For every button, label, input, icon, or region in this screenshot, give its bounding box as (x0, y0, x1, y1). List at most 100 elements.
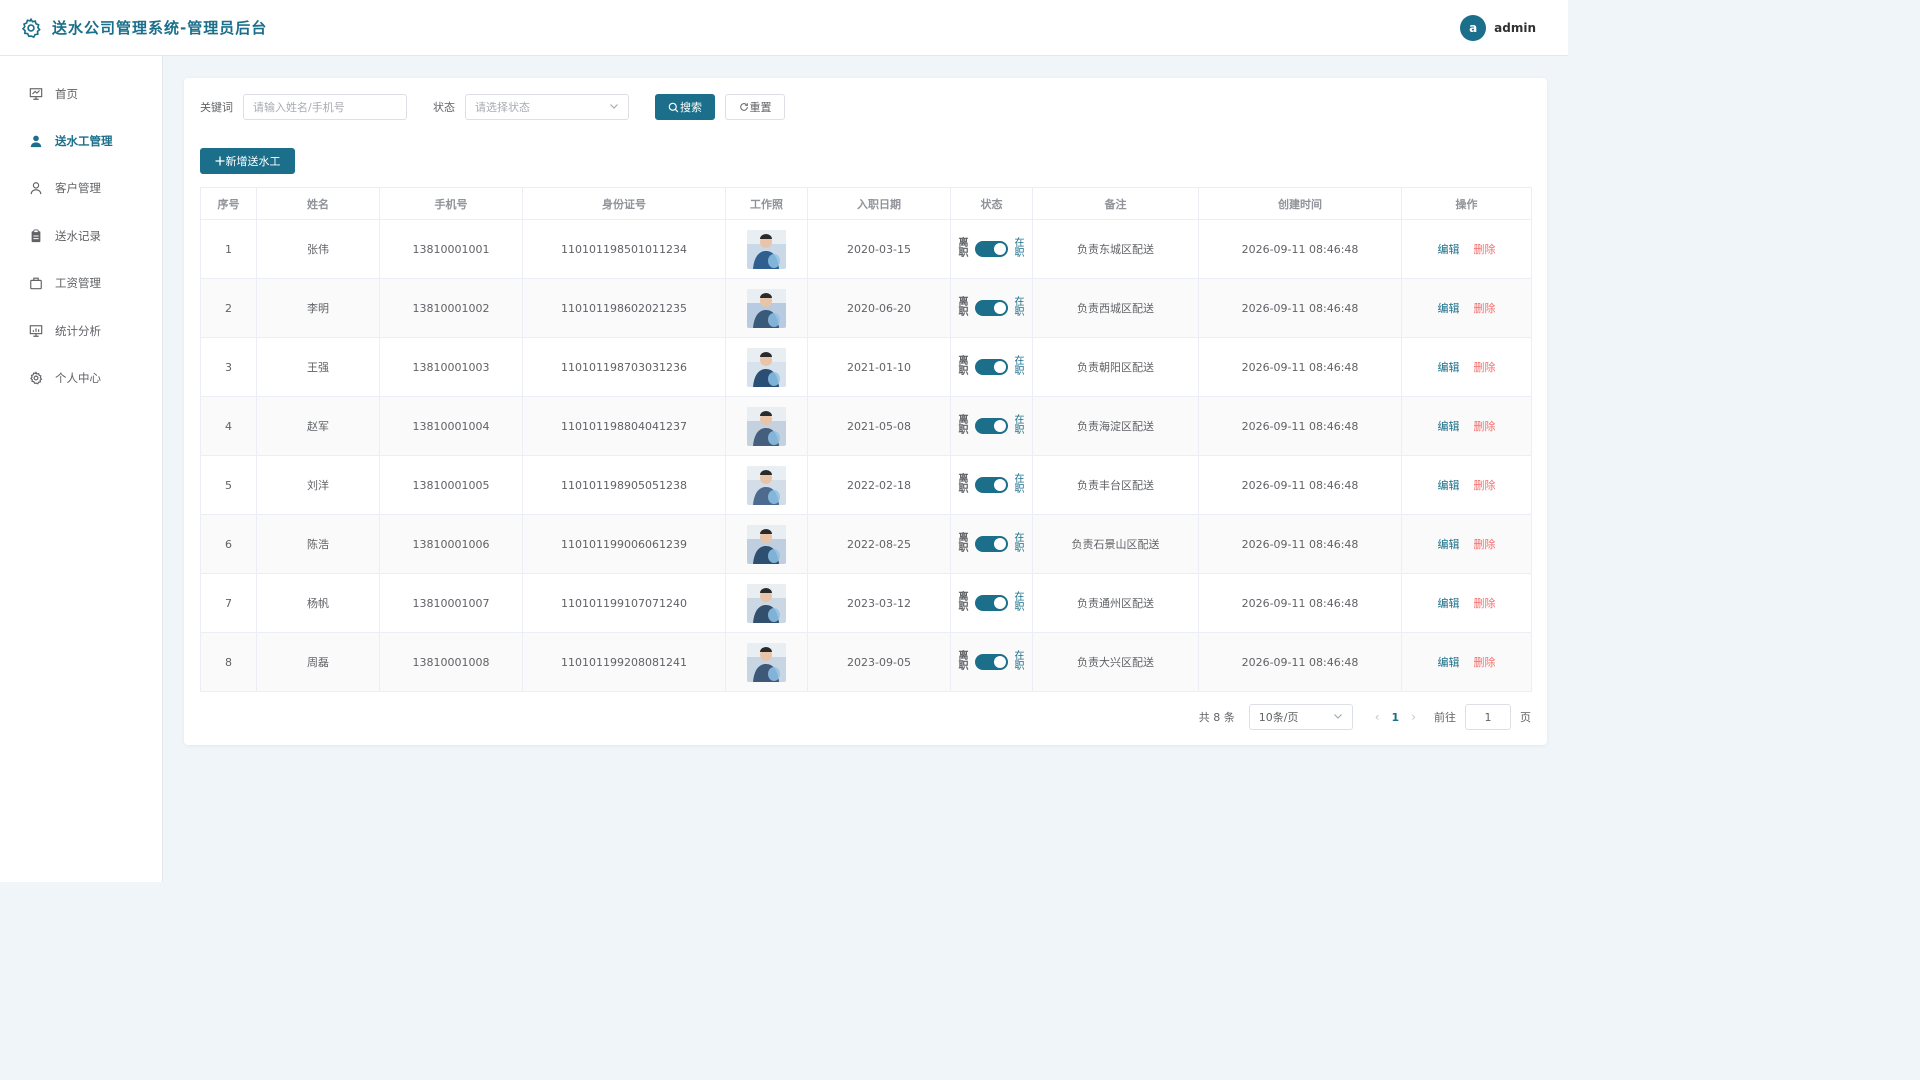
chart-icon (28, 323, 43, 338)
cell-created: 2026-09-11 08:46:48 (1198, 573, 1402, 633)
delete-button[interactable]: 删除 (1474, 241, 1496, 257)
status-toggle[interactable] (975, 536, 1008, 552)
status-toggle[interactable] (975, 654, 1008, 670)
cell-status: 离职 在职 (950, 278, 1033, 338)
page-size-select[interactable]: 10条/页 (1248, 704, 1353, 730)
worker-photo[interactable] (747, 465, 786, 505)
worker-photo[interactable] (747, 406, 786, 446)
cell-created: 2026-09-11 08:46:48 (1198, 514, 1402, 574)
edit-button[interactable]: 编辑 (1438, 241, 1460, 257)
cell-id-card: 110101199107071240 (522, 573, 726, 633)
status-off-label[interactable]: 离职 (958, 593, 969, 613)
worker-photo[interactable] (747, 524, 786, 564)
status-toggle[interactable] (975, 241, 1008, 257)
sidebar-item-label: 送水工管理 (55, 134, 113, 149)
page-size-value: 10条/页 (1258, 711, 1299, 724)
edit-button[interactable]: 编辑 (1438, 654, 1460, 670)
status-off-label[interactable]: 离职 (958, 239, 969, 259)
delete-button[interactable]: 删除 (1474, 418, 1496, 434)
worker-photo[interactable] (747, 347, 786, 387)
cell-photo (725, 573, 808, 633)
delete-button[interactable]: 删除 (1474, 595, 1496, 611)
chevron-down-icon (609, 101, 619, 114)
add-worker-button[interactable]: 新增送水工 (200, 148, 295, 174)
status-off-label[interactable]: 离职 (958, 652, 969, 672)
edit-button[interactable]: 编辑 (1438, 477, 1460, 493)
page-suffix: 页 (1520, 711, 1531, 724)
prev-page-button[interactable]: ‹ (1375, 710, 1380, 724)
column-header: 操作 (1401, 187, 1532, 220)
column-header: 姓名 (256, 187, 380, 220)
edit-button[interactable]: 编辑 (1438, 595, 1460, 611)
delete-button[interactable]: 删除 (1474, 359, 1496, 375)
next-page-button[interactable]: › (1411, 710, 1416, 724)
cell-hire-date: 2021-05-08 (807, 396, 951, 456)
cell-id-card: 110101199208081241 (522, 632, 726, 692)
status-toggle[interactable] (975, 418, 1008, 434)
status-toggle[interactable] (975, 477, 1008, 493)
worker-photo[interactable] (747, 583, 786, 623)
worker-photo[interactable] (747, 229, 786, 269)
status-on-label[interactable]: 在职 (1014, 475, 1025, 495)
toggle-knob (994, 420, 1006, 432)
sidebar-item-delivery-records[interactable]: 送水记录 (0, 212, 162, 259)
column-header: 工作照 (725, 187, 808, 220)
status-toggle[interactable] (975, 595, 1008, 611)
status-off-label[interactable]: 离职 (958, 357, 969, 377)
status-on-label[interactable]: 在职 (1014, 534, 1025, 554)
worker-photo[interactable] (747, 288, 786, 328)
sidebar-item-label: 首页 (55, 86, 78, 101)
sidebar-item-profile[interactable]: 个人中心 (0, 354, 162, 401)
cell-remark: 负责丰台区配送 (1032, 455, 1199, 515)
goto-page-input[interactable]: 1 (1465, 704, 1511, 730)
delete-button[interactable]: 删除 (1474, 477, 1496, 493)
column-header: 手机号 (379, 187, 523, 220)
status-on-label[interactable]: 在职 (1014, 239, 1025, 259)
status-off-label[interactable]: 离职 (958, 416, 969, 436)
sidebar-item-statistics[interactable]: 统计分析 (0, 307, 162, 354)
edit-button[interactable]: 编辑 (1438, 536, 1460, 552)
user-name[interactable]: admin (1494, 21, 1536, 35)
sidebar-item-water-workers[interactable]: 送水工管理 (0, 117, 162, 164)
cell-index: 2 (200, 278, 257, 338)
status-on-label[interactable]: 在职 (1014, 416, 1025, 436)
worker-photo[interactable] (747, 642, 786, 682)
current-page[interactable]: 1 (1392, 711, 1400, 724)
sidebar-item-home[interactable]: 首页 (0, 70, 162, 117)
table-header-row: 序号 姓名 手机号 身份证号 工作照 入职日期 状态 备注 创建时间 操作 (200, 187, 1532, 220)
cell-name: 杨帆 (256, 573, 380, 633)
cell-actions: 编辑 删除 (1401, 337, 1532, 397)
delete-button[interactable]: 删除 (1474, 536, 1496, 552)
reset-button[interactable]: 重置 (725, 94, 785, 120)
toggle-knob (994, 302, 1006, 314)
edit-button[interactable]: 编辑 (1438, 418, 1460, 434)
cell-remark: 负责通州区配送 (1032, 573, 1199, 633)
status-on-label[interactable]: 在职 (1014, 357, 1025, 377)
status-off-label[interactable]: 离职 (958, 534, 969, 554)
cell-id-card: 110101198905051238 (522, 455, 726, 515)
status-on-label[interactable]: 在职 (1014, 593, 1025, 613)
status-select[interactable]: 请选择状态 (465, 94, 629, 120)
keyword-input[interactable]: 请输入姓名/手机号 (243, 94, 407, 120)
delete-button[interactable]: 删除 (1474, 300, 1496, 316)
pagination: 共 8 条 10条/页 ‹ 1 › 前往 1 页 (1199, 704, 1531, 730)
toggle-knob (994, 656, 1006, 668)
edit-button[interactable]: 编辑 (1438, 300, 1460, 316)
delete-button[interactable]: 删除 (1474, 654, 1496, 670)
status-toggle[interactable] (975, 359, 1008, 375)
cell-hire-date: 2023-09-05 (807, 632, 951, 692)
user-menu[interactable]: a admin (1460, 15, 1536, 41)
table-row: 6 陈浩 13810001006 110101199006061239 2022-08-… (200, 514, 1532, 574)
sidebar-item-salary[interactable]: 工资管理 (0, 260, 162, 307)
edit-button[interactable]: 编辑 (1438, 359, 1460, 375)
avatar[interactable]: a (1460, 15, 1487, 41)
cell-status: 离职 在职 (950, 219, 1033, 279)
status-on-label[interactable]: 在职 (1014, 652, 1025, 672)
status-toggle[interactable] (975, 300, 1008, 316)
search-button[interactable]: 搜索 (655, 94, 715, 120)
sidebar-item-customers[interactable]: 客户管理 (0, 165, 162, 212)
table-row: 2 李明 13810001002 110101198602021235 2020-06-… (200, 278, 1532, 338)
status-on-label[interactable]: 在职 (1014, 298, 1025, 318)
status-off-label[interactable]: 离职 (958, 475, 969, 495)
status-off-label[interactable]: 离职 (958, 298, 969, 318)
